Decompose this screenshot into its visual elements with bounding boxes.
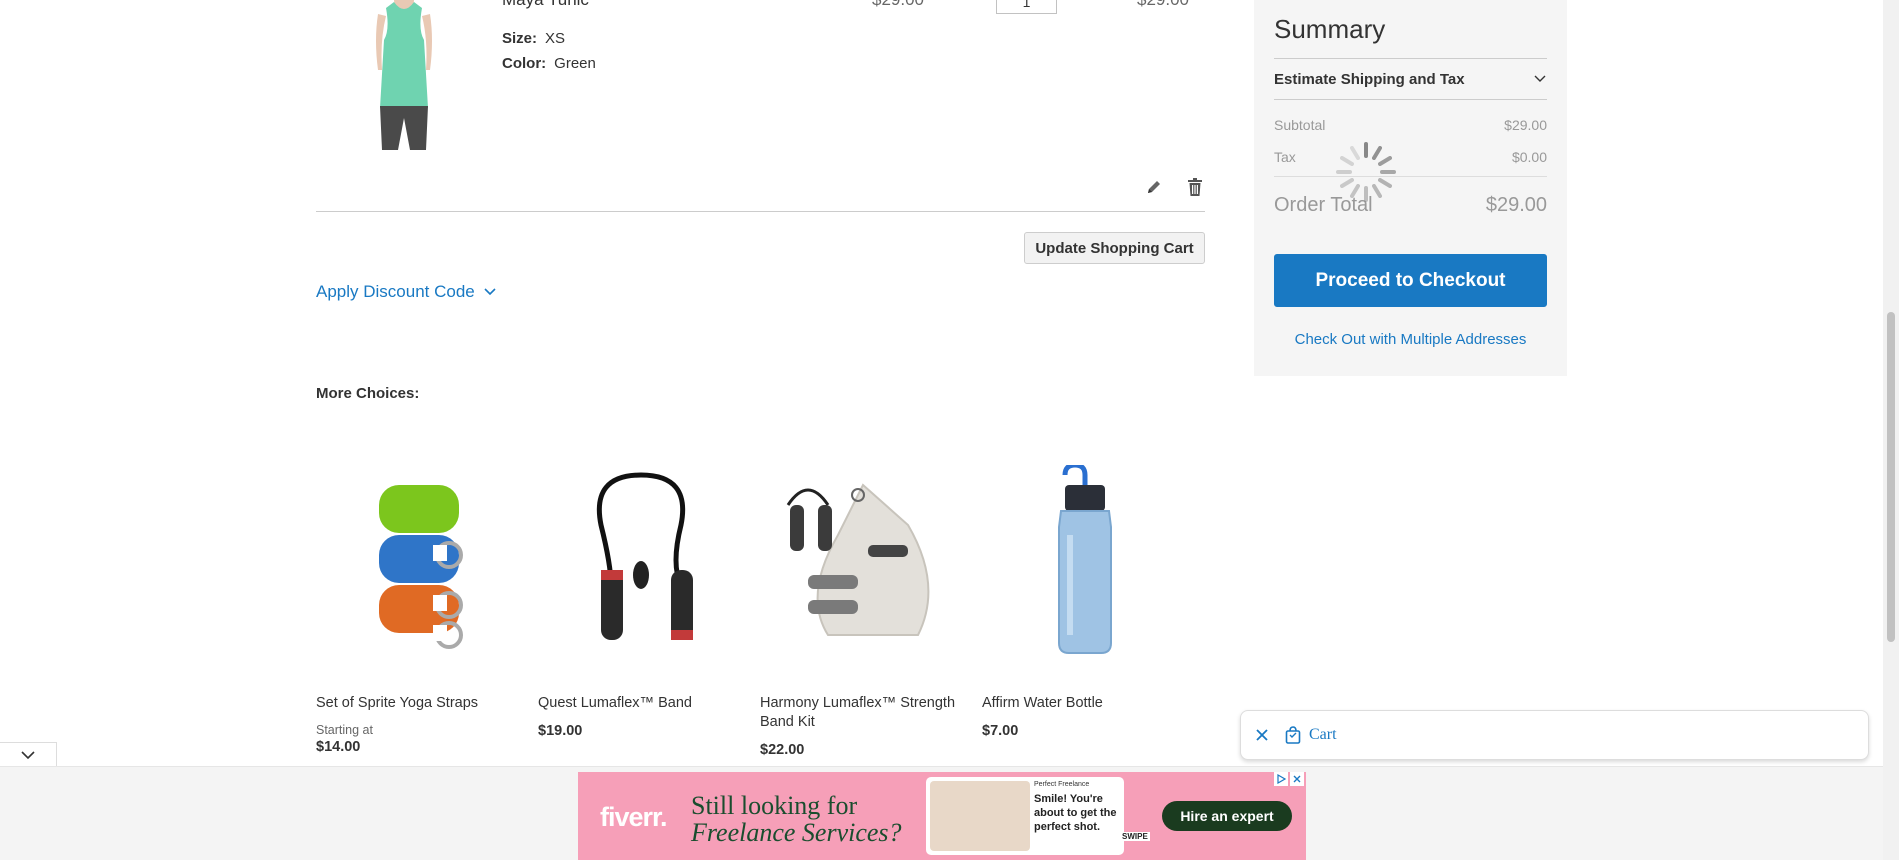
cart-item-price: $29.00 bbox=[872, 0, 924, 10]
close-icon[interactable] bbox=[1255, 728, 1269, 742]
trash-icon bbox=[1188, 178, 1202, 196]
ad-close-icon[interactable] bbox=[1290, 772, 1304, 786]
cart-divider bbox=[316, 211, 1205, 212]
option-color: Color: Green bbox=[502, 55, 596, 72]
chevron-down-icon bbox=[21, 750, 35, 759]
ad-headline: Still looking for Freelance Services? bbox=[691, 792, 902, 846]
product-image-yoga-straps[interactable] bbox=[316, 460, 521, 660]
cart-item-name[interactable]: Maya Tunic bbox=[502, 0, 589, 10]
product-card: Harmony Lumaflex™ Strength Band Kit $22.… bbox=[760, 460, 965, 758]
proceed-to-checkout-button[interactable]: Proceed to Checkout bbox=[1274, 254, 1547, 307]
product-image-water-bottle[interactable] bbox=[982, 460, 1187, 660]
delete-item-button[interactable] bbox=[1184, 176, 1206, 198]
option-label: Color: bbox=[502, 55, 547, 72]
tax-row: Tax $0.00 bbox=[1274, 149, 1547, 165]
product-image-maya-tunic[interactable] bbox=[364, 0, 444, 152]
loading-spinner-icon bbox=[1336, 142, 1396, 202]
chevron-down-icon bbox=[1534, 75, 1546, 82]
cart-summary: Summary Estimate Shipping and Tax Subtot… bbox=[1254, 0, 1567, 376]
page-scrollbar[interactable] bbox=[1883, 0, 1899, 860]
pencil-icon bbox=[1148, 181, 1160, 193]
order-total-value: $29.00 bbox=[1485, 193, 1547, 216]
product-card: Affirm Water Bottle $7.00 bbox=[982, 460, 1187, 739]
ad-headline-line1: Still looking for bbox=[691, 791, 858, 820]
ad-swipe-label: SWIPE bbox=[1120, 832, 1150, 841]
product-image-quest-band[interactable] bbox=[538, 460, 743, 660]
estimate-shipping-toggle[interactable]: Estimate Shipping and Tax bbox=[1274, 58, 1547, 100]
tax-value: $0.00 bbox=[1511, 149, 1547, 165]
ad-headline-line2: Freelance Services? bbox=[691, 818, 902, 847]
option-value: Green bbox=[554, 55, 596, 72]
edit-item-button[interactable] bbox=[1143, 176, 1165, 198]
product-price: $7.00 bbox=[982, 723, 1019, 739]
product-price: $19.00 bbox=[538, 723, 583, 739]
subtotal-value: $29.00 bbox=[1504, 117, 1547, 133]
ad-card-image bbox=[930, 781, 1030, 851]
ad-bar: fiverr. Still looking for Freelance Serv… bbox=[0, 766, 1883, 860]
product-image-harmony-kit[interactable] bbox=[760, 460, 965, 660]
ad-cta-button[interactable]: Hire an expert bbox=[1162, 801, 1292, 831]
product-name[interactable]: Quest Lumaflex™ Band bbox=[538, 694, 743, 713]
estimate-shipping-label: Estimate Shipping and Tax bbox=[1274, 70, 1465, 88]
adchoices-icon[interactable] bbox=[1274, 772, 1288, 786]
collapse-ad-button[interactable] bbox=[0, 742, 57, 766]
product-price: $14.00 bbox=[316, 739, 361, 755]
subtotal-label: Subtotal bbox=[1274, 117, 1326, 133]
fiverr-ad[interactable]: fiverr. Still looking for Freelance Serv… bbox=[578, 772, 1306, 860]
product-card: Set of Sprite Yoga Straps Starting at $1… bbox=[316, 460, 521, 755]
product-price: $22.00 bbox=[760, 742, 805, 758]
shopping-bag-icon bbox=[1285, 726, 1301, 744]
ad-brand-logo: fiverr. bbox=[600, 802, 668, 832]
cart-popup-link[interactable]: Cart bbox=[1285, 726, 1337, 744]
cart-item-qty-input[interactable]: 1 bbox=[996, 0, 1057, 14]
option-value: XS bbox=[545, 30, 566, 47]
product-price-prefix: Starting at bbox=[316, 723, 373, 737]
cart-item-subtotal: $29.00 bbox=[1137, 0, 1189, 10]
product-card: Quest Lumaflex™ Band $19.00 bbox=[538, 460, 743, 739]
order-total-row: Order Total $29.00 bbox=[1274, 176, 1547, 233]
ad-card-text: Smile! You're about to get the perfect s… bbox=[1034, 793, 1117, 833]
cart-popup-label: Cart bbox=[1309, 726, 1337, 743]
product-name[interactable]: Affirm Water Bottle bbox=[982, 694, 1187, 713]
ad-card-tag: Perfect Freelance bbox=[1034, 781, 1090, 788]
product-name[interactable]: Harmony Lumaflex™ Strength Band Kit bbox=[760, 694, 965, 732]
option-size: Size: XS bbox=[502, 30, 565, 47]
option-label: Size: bbox=[502, 30, 538, 47]
cart-popup: Cart bbox=[1240, 710, 1869, 760]
summary-title: Summary bbox=[1274, 14, 1386, 44]
multi-address-checkout-link[interactable]: Check Out with Multiple Addresses bbox=[1274, 331, 1547, 348]
tax-label: Tax bbox=[1274, 149, 1296, 165]
subtotal-row: Subtotal $29.00 bbox=[1274, 117, 1547, 133]
update-cart-button[interactable]: Update Shopping Cart bbox=[1024, 232, 1205, 264]
scrollbar-thumb[interactable] bbox=[1887, 312, 1895, 642]
chevron-down-icon bbox=[484, 288, 496, 296]
product-name[interactable]: Set of Sprite Yoga Straps bbox=[316, 694, 521, 713]
apply-discount-toggle[interactable]: Apply Discount Code bbox=[316, 282, 497, 302]
more-choices-title: More Choices: bbox=[316, 385, 420, 402]
apply-discount-label: Apply Discount Code bbox=[316, 282, 475, 301]
ad-card: Perfect Freelance Smile! You're about to… bbox=[926, 777, 1124, 855]
